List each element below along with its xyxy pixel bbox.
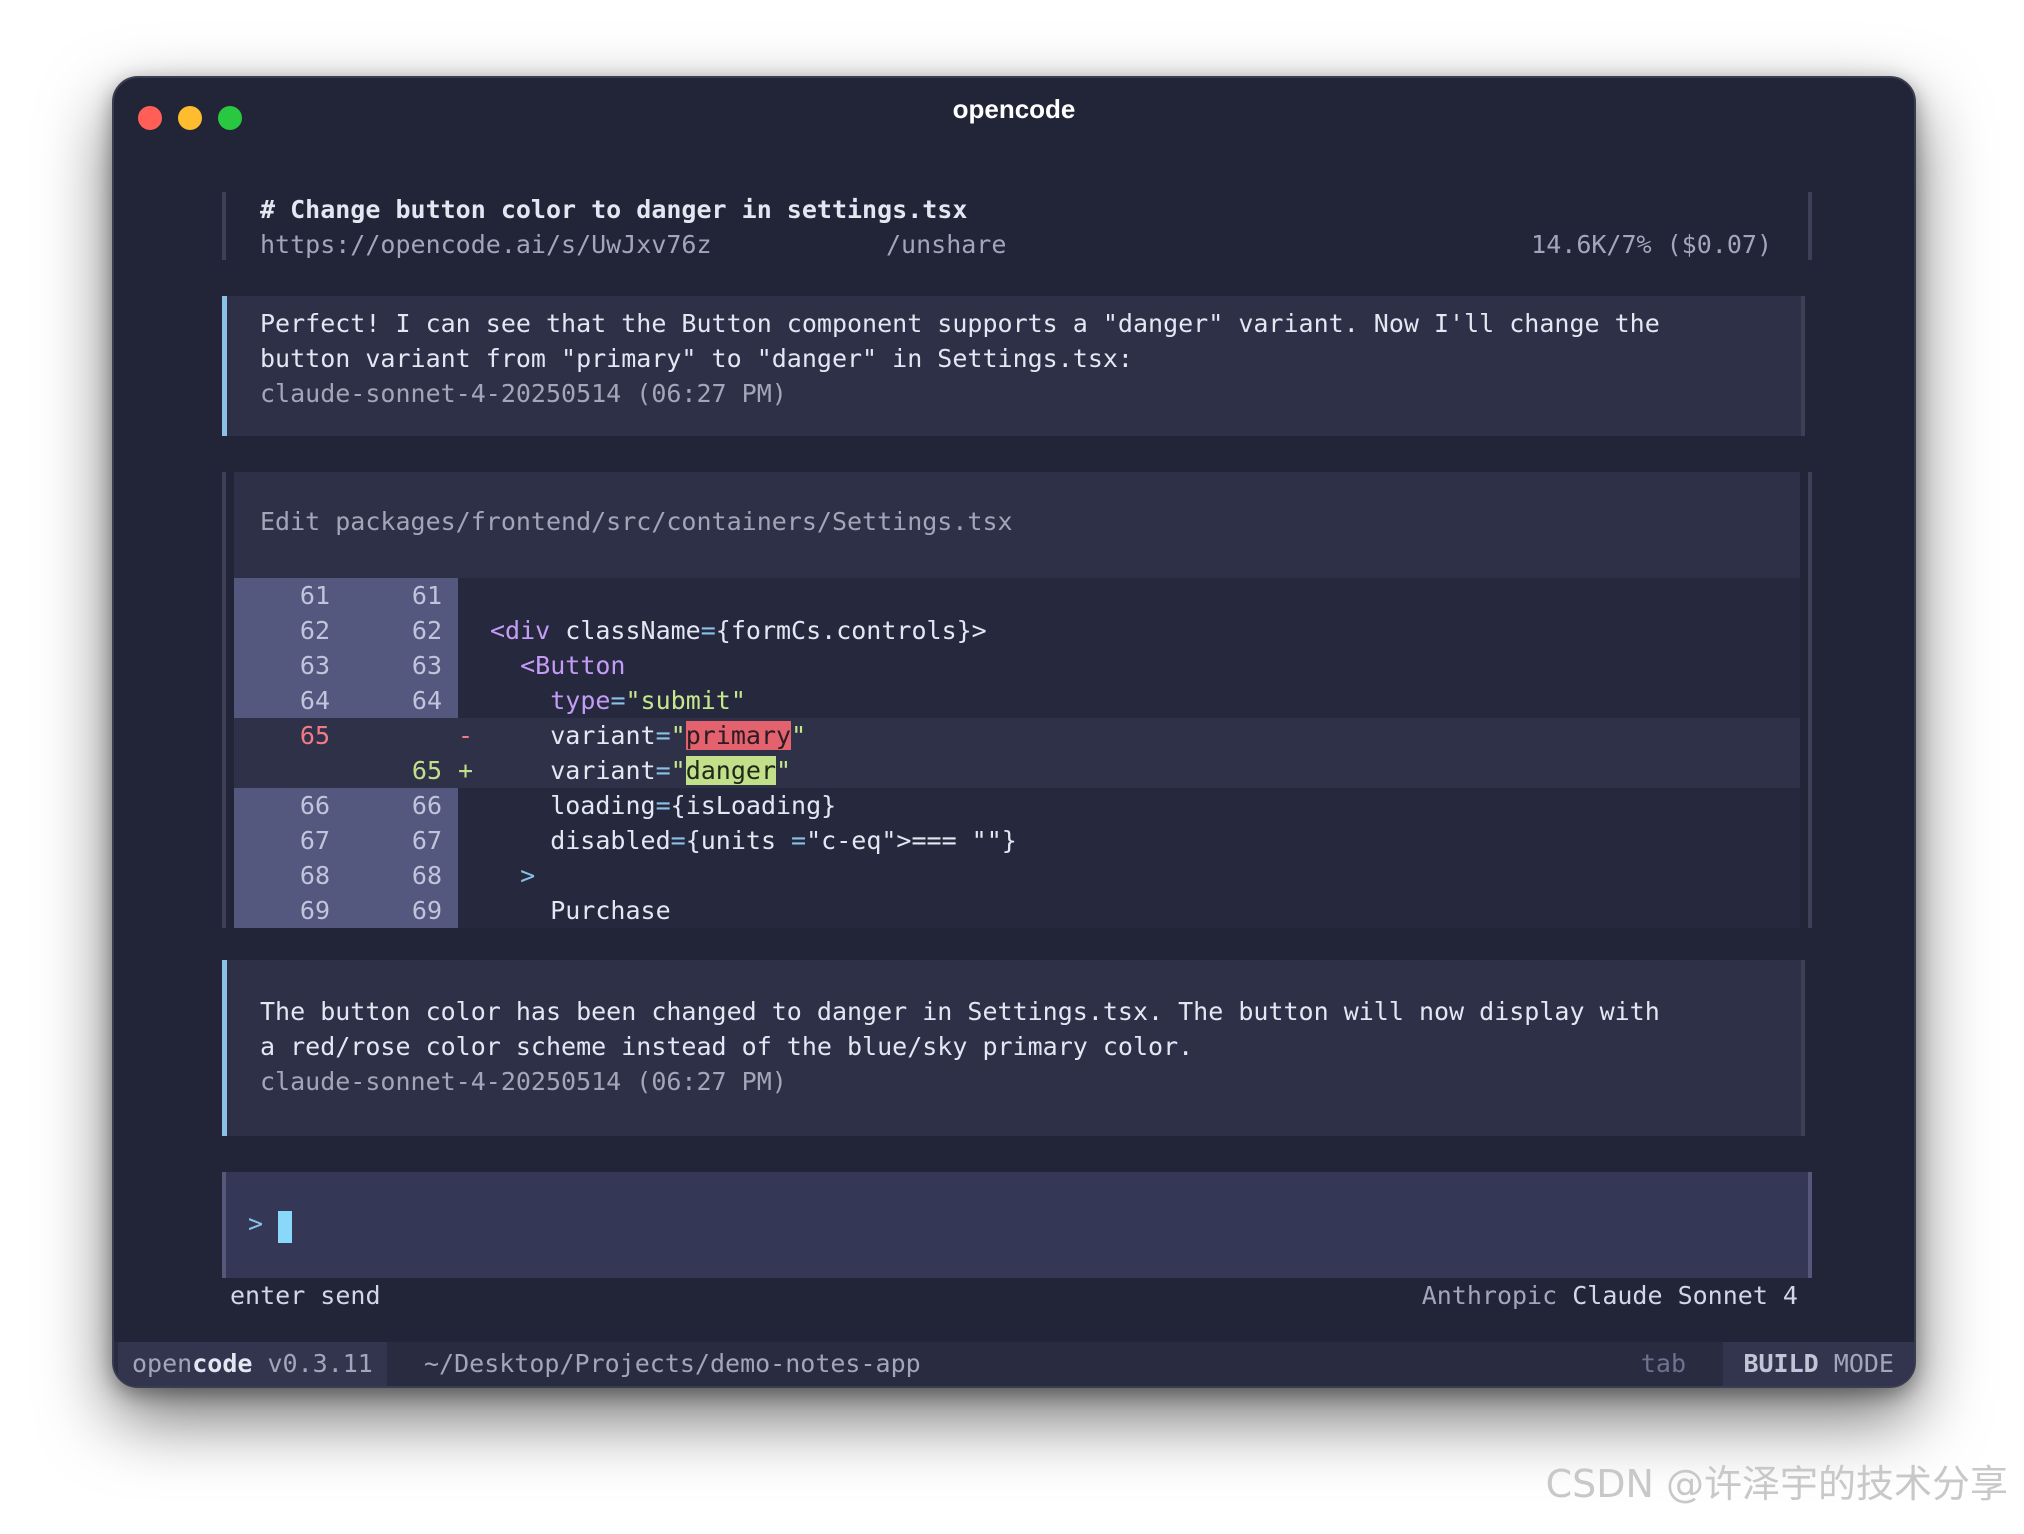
session-header: # Change button color to danger in setti… (222, 192, 1812, 260)
message-meta: claude-sonnet-4-20250514 (06:27 PM) (260, 1067, 787, 1096)
app-name-bold: code (192, 1349, 253, 1378)
message-line: a red/rose color scheme instead of the b… (260, 1032, 1194, 1061)
mode-label: MODE (1833, 1349, 1894, 1378)
diff-view: 61 61 62 62 <div className={formCs.controls}… (234, 578, 1800, 928)
tool-header: Edit packages/frontend/src/containers/Se… (234, 472, 1800, 578)
new-line-number: 63 (411, 651, 442, 680)
share-link[interactable]: https://opencode.ai/s/UwJxv76z (260, 227, 712, 262)
code-text: variant="primary" (550, 721, 807, 750)
old-line-number: 63 (299, 651, 330, 680)
code-text: variant="danger" (550, 756, 792, 785)
watermark: CSDN @许泽宇的技术分享 (1545, 1462, 2008, 1506)
message-line: Perfect! I can see that the Button compo… (260, 309, 1660, 338)
old-line-number: 67 (299, 826, 330, 855)
new-line-number: 61 (411, 581, 442, 610)
title-bar: opencode (114, 78, 1914, 142)
session-title: # Change button color to danger in setti… (260, 195, 968, 224)
diff-added-line: 65 + variant="danger" (234, 753, 1800, 788)
old-line-number: 65 (299, 721, 330, 750)
app-version: opencode v0.3.11 (118, 1342, 387, 1386)
code-text: loading={isLoading} (490, 791, 837, 820)
message-meta: claude-sonnet-4-20250514 (06:27 PM) (260, 379, 787, 408)
message-line: button variant from "primary" to "danger… (260, 344, 1133, 373)
unshare-command[interactable]: /unshare (886, 227, 1006, 262)
diff-context-line: 61 61 (234, 578, 1800, 613)
edit-tool-block: Edit packages/frontend/src/containers/Se… (222, 472, 1812, 928)
new-line-number: 68 (411, 861, 442, 890)
token-usage: 14.6K/7% ($0.07) (1531, 230, 1772, 259)
code-text: > (520, 861, 536, 890)
old-line-number: 61 (299, 581, 330, 610)
diff-context-line: 64 64 type="submit" (234, 683, 1800, 718)
diff-context-line: 68 68 > (234, 858, 1800, 893)
diff-context-line: 69 69 Purchase (234, 893, 1800, 928)
mode-name: BUILD (1743, 1349, 1819, 1378)
old-line-number: 66 (299, 791, 330, 820)
status-bar: opencode v0.3.11 ~/Desktop/Projects/demo… (114, 1342, 1914, 1386)
prompt-char: > (248, 1209, 264, 1238)
diff-context-line: 67 67 disabled={units ="c-eq">=== ""} (234, 823, 1800, 858)
old-line-number: 69 (299, 896, 330, 925)
current-path: ~/Desktop/Projects/demo-notes-app (424, 1349, 921, 1378)
old-line-number: 64 (299, 686, 330, 715)
assistant-message: Perfect! I can see that the Button compo… (222, 296, 1805, 436)
tool-header-text: Edit packages/frontend/src/containers/Se… (260, 507, 1013, 536)
minus-sign: - (458, 721, 474, 750)
window-title: opencode (952, 94, 1076, 124)
new-line-number: 67 (411, 826, 442, 855)
old-line-number: 68 (299, 861, 330, 890)
model-name: Claude Sonnet 4 (1572, 1281, 1798, 1310)
code-text: <div className={formCs.controls}> (490, 616, 987, 645)
code-text: Purchase (490, 896, 671, 925)
diff-context-line: 63 63 <Button (234, 648, 1800, 683)
new-line-number: 64 (411, 686, 442, 715)
code-text: disabled={units ="c-eq">=== ""} (490, 826, 1017, 855)
new-line-number: 66 (411, 791, 442, 820)
message-line: The button color has been changed to dan… (260, 997, 1660, 1026)
tab-hint: tab (1640, 1349, 1686, 1378)
code-text: type="submit" (550, 686, 746, 715)
terminal-window: opencode # Change button color to danger… (112, 76, 1916, 1388)
app-name-prefix: open (132, 1349, 193, 1378)
assistant-message: The button color has been changed to dan… (222, 960, 1805, 1136)
plus-sign: + (458, 756, 474, 785)
new-line-number: 65 (411, 756, 442, 785)
send-hint: enter send (230, 1281, 381, 1310)
model-indicator[interactable]: Anthropic Claude Sonnet 4 (1422, 1278, 1798, 1313)
new-line-number: 69 (411, 896, 442, 925)
provider-name: Anthropic (1421, 1281, 1558, 1310)
diff-removed-line: 65 - variant="primary" (234, 718, 1800, 753)
diff-context-line: 66 66 loading={isLoading} (234, 788, 1800, 823)
mode-indicator[interactable]: BUILD MODE (1723, 1342, 1914, 1386)
prompt-input[interactable]: > (222, 1172, 1812, 1278)
code-text: <Button (520, 651, 626, 680)
version-number: v0.3.11 (267, 1349, 373, 1378)
diff-context-line: 62 62 <div className={formCs.controls}> (234, 613, 1800, 648)
text-cursor (278, 1211, 292, 1243)
new-line-number: 62 (411, 616, 442, 645)
old-line-number: 62 (299, 616, 330, 645)
